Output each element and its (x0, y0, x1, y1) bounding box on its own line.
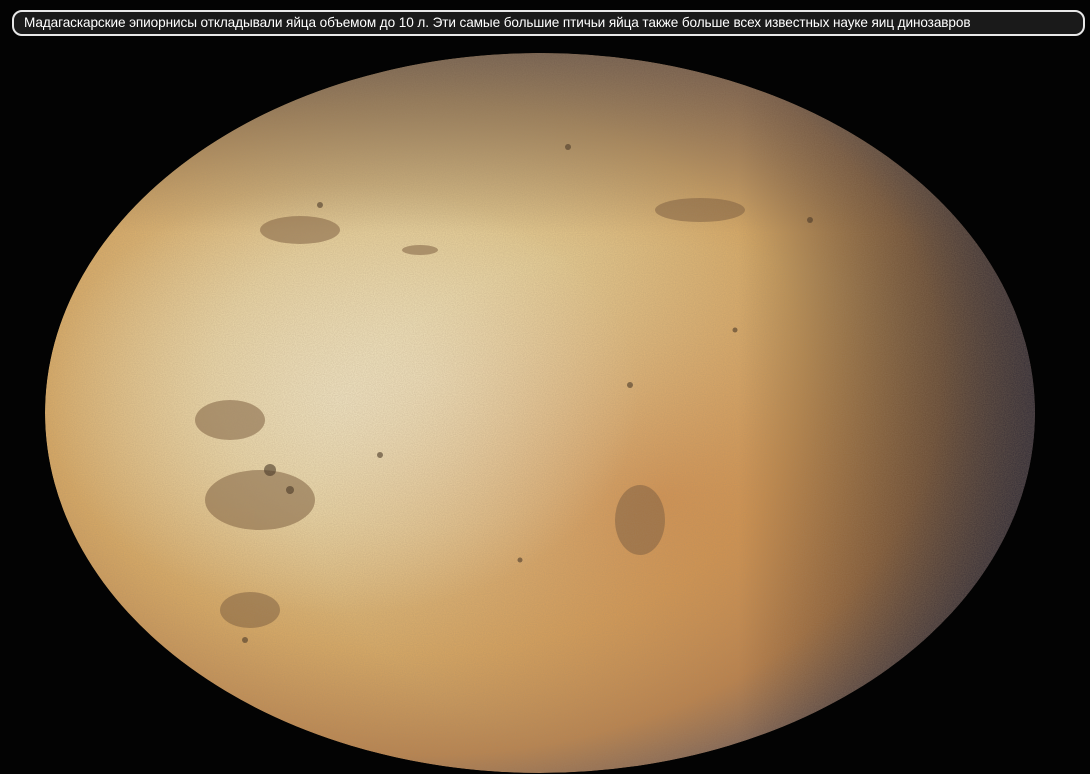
caption-banner: Мадагаскарские эпиорнисы откладывали яйц… (12, 10, 1085, 36)
egg-photo (0, 0, 1090, 774)
egg-illustration (0, 0, 1090, 774)
